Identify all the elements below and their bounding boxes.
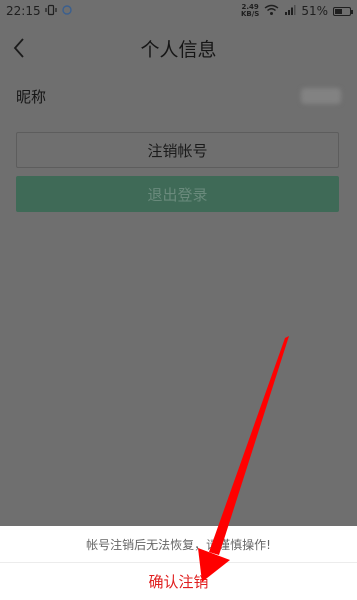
- vibrate-icon: [44, 4, 57, 19]
- status-bar: 22:15 2.49 KB/S 51%: [0, 0, 357, 22]
- status-time: 22:15: [6, 4, 41, 18]
- confirm-sheet: 帐号注销后无法恢复，请谨慎操作! 确认注销: [0, 526, 357, 600]
- net-speed-unit: KB/S: [240, 10, 260, 18]
- confirm-cancel-button[interactable]: 确认注销: [0, 563, 357, 600]
- logout-button[interactable]: 退出登录: [16, 176, 339, 212]
- nickname-label: 昵称: [16, 87, 47, 106]
- back-icon: [13, 38, 24, 58]
- circle-icon: [61, 4, 73, 19]
- wifi-icon: [264, 4, 279, 19]
- battery-text: 51%: [301, 4, 328, 18]
- nav-bar: 个人信息: [0, 22, 357, 74]
- cancel-account-button[interactable]: 注销帐号: [16, 132, 339, 168]
- battery-icon: [333, 6, 353, 16]
- status-right: 2.49 KB/S 51%: [241, 4, 353, 19]
- nickname-row[interactable]: 昵称: [0, 74, 357, 118]
- status-left: 22:15: [6, 4, 73, 19]
- nickname-value-blurred: [301, 88, 341, 104]
- net-speed: 2.49 KB/S: [241, 4, 259, 18]
- signal-icon: [284, 4, 296, 19]
- warning-message: 帐号注销后无法恢复，请谨慎操作!: [0, 526, 357, 563]
- page-title: 个人信息: [140, 38, 217, 61]
- back-button[interactable]: [8, 34, 32, 62]
- battery-fill: [335, 8, 343, 14]
